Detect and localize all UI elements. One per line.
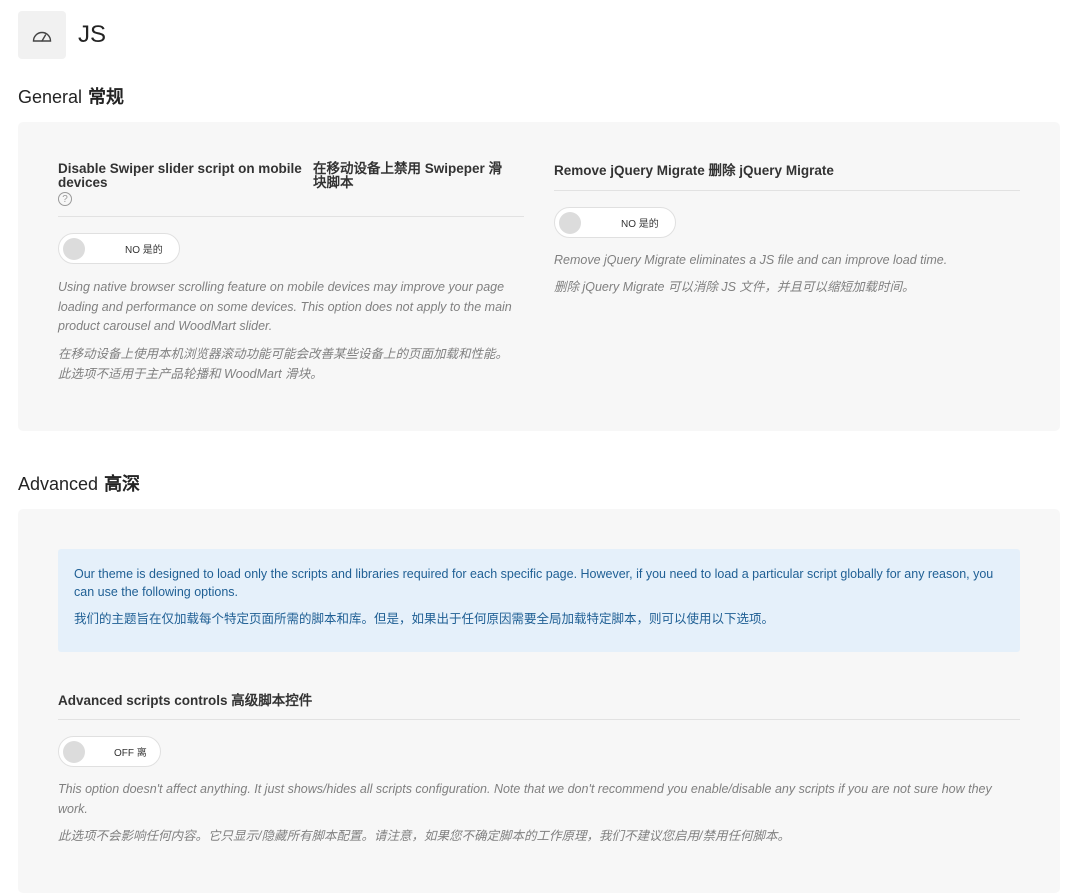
- help-icon[interactable]: ?: [58, 192, 72, 206]
- controls-toggle[interactable]: OFF 离: [58, 736, 161, 767]
- migrate-toggle-text: NO 是的: [621, 219, 659, 230]
- controls-divider: [58, 719, 1020, 720]
- swiper-label-cn-1: 在移动设备上禁用 Swipeper 滑: [313, 161, 503, 176]
- controls-desc-cn: 此选项不会影响任何内容。它只显示/隐藏所有脚本配置。请注意，如果您不确定脚本的工…: [58, 829, 790, 843]
- page-title: JS: [78, 21, 107, 48]
- migrate-divider: [554, 190, 1020, 191]
- section-title-advanced: Advanced 高深: [18, 470, 140, 496]
- swiper-toggle-text: NO 是的: [125, 245, 163, 256]
- migrate-label: Remove jQuery Migrate 删除 jQuery Migrate: [554, 163, 834, 178]
- swiper-desc-cn: 在移动设备上使用本机浏览器滚动功能可能会改善某些设备上的页面加载和性能。此选项不…: [58, 347, 509, 381]
- advanced-panel: Our theme is designed to load only the s…: [18, 509, 1060, 893]
- toggle-knob: [63, 238, 85, 260]
- migrate-field: Remove jQuery Migrate 删除 jQuery Migrate: [554, 164, 1020, 191]
- section-title-cn: 高深: [104, 474, 141, 494]
- controls-field: Advanced scripts controls 高级脚本控件: [58, 694, 1020, 720]
- swiper-label-cn-2: 块脚本: [313, 175, 354, 190]
- controls-label: Advanced scripts controls 高级脚本控件: [58, 693, 313, 708]
- page-header: JS: [18, 11, 106, 59]
- migrate-toggle[interactable]: NO 是的: [554, 207, 676, 238]
- swiper-label-en-2: devices: [58, 175, 108, 190]
- info-notice: Our theme is designed to load only the s…: [58, 549, 1020, 652]
- notice-text-cn: 我们的主题旨在仅加载每个特定页面所需的脚本和库。但是，如果出于任何原因需要全局加…: [74, 612, 775, 626]
- section-title-general: General 常规: [18, 83, 124, 109]
- swiper-label-en-1: Disable Swiper slider script on mobile: [58, 161, 302, 176]
- speedometer-icon: [18, 11, 66, 59]
- notice-text-en: Our theme is designed to load only the s…: [74, 567, 994, 599]
- migrate-desc-cn: 删除 jQuery Migrate 可以消除 JS 文件，并且可以缩短加载时间。: [554, 280, 915, 294]
- controls-toggle-text: OFF 离: [114, 748, 147, 759]
- general-panel: Disable Swiper slider script on mobile d…: [18, 122, 1060, 431]
- swiper-field: Disable Swiper slider script on mobile d…: [58, 162, 524, 217]
- controls-desc-en: This option doesn't affect anything. It …: [58, 782, 992, 816]
- swiper-desc-en: Using native browser scrolling feature o…: [58, 280, 512, 333]
- section-title-en: Advanced: [18, 474, 99, 494]
- migrate-desc-en: Remove jQuery Migrate eliminates a JS fi…: [554, 253, 948, 267]
- section-title-en: General: [18, 87, 83, 107]
- section-title-cn: 常规: [88, 87, 125, 107]
- toggle-knob: [559, 212, 581, 234]
- swiper-toggle[interactable]: NO 是的: [58, 233, 180, 264]
- swiper-label: Disable Swiper slider script on mobile d…: [58, 162, 524, 190]
- toggle-knob: [63, 741, 85, 763]
- swiper-divider: [58, 216, 524, 217]
